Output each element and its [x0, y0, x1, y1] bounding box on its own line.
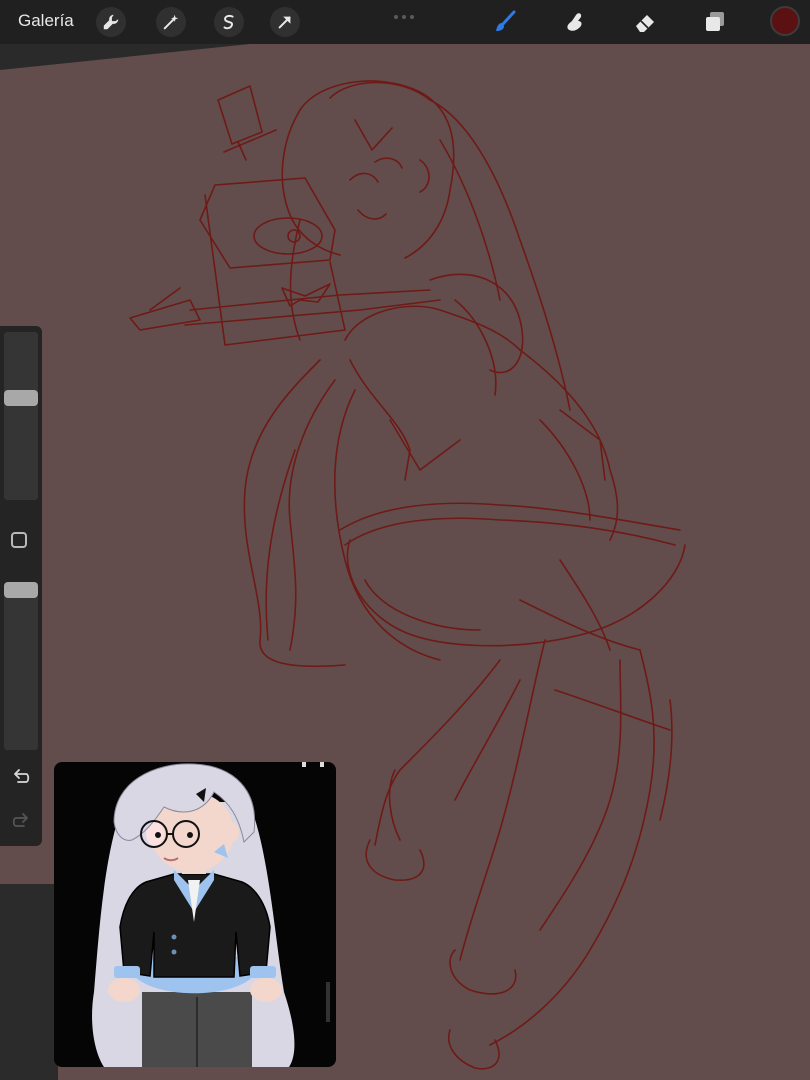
top-toolbar: Galería [0, 0, 810, 44]
layers-icon[interactable] [700, 7, 730, 37]
undo-icon[interactable] [10, 766, 32, 788]
modify-button[interactable] [11, 532, 27, 548]
eraser-icon[interactable] [630, 7, 660, 37]
magic-wand-icon[interactable] [156, 7, 186, 37]
gallery-button[interactable]: Galería [18, 11, 74, 31]
redo-icon[interactable] [10, 810, 32, 832]
grab-handle[interactable] [394, 6, 418, 19]
smudge-icon[interactable] [560, 7, 590, 37]
brush-icon[interactable] [490, 7, 520, 37]
brush-size-slider[interactable] [4, 332, 38, 500]
wrench-icon[interactable] [96, 7, 126, 37]
reference-character-image [92, 762, 330, 1067]
opacity-slider[interactable] [4, 582, 38, 750]
left-sidebar [0, 326, 42, 846]
brush-size-thumb[interactable] [4, 390, 38, 406]
color-picker-button[interactable] [770, 6, 800, 36]
opacity-thumb[interactable] [4, 582, 38, 598]
reference-window[interactable] [54, 762, 336, 1067]
selection-icon[interactable] [214, 7, 244, 37]
transform-arrow-icon[interactable] [270, 7, 300, 37]
